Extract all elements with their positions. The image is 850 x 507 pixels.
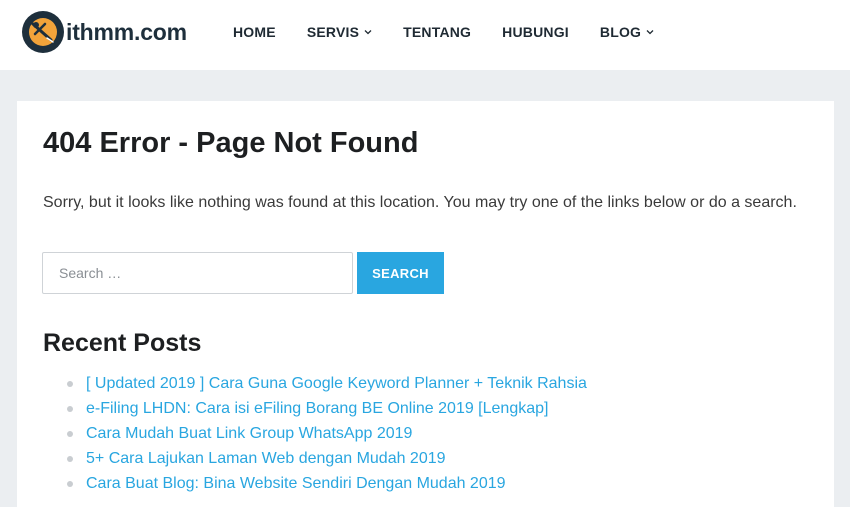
recent-posts-list: [ Updated 2019 ] Cara Guna Google Keywor… xyxy=(67,371,587,496)
satellite-logo-icon xyxy=(22,11,64,53)
chevron-down-icon xyxy=(364,30,372,35)
main-content: 404 Error - Page Not Found Sorry, but it… xyxy=(17,101,834,507)
list-item: 5+ Cara Lajukan Laman Web dengan Mudah 2… xyxy=(67,446,587,471)
recent-post-link[interactable]: e-Filing LHDN: Cara isi eFiling Borang B… xyxy=(86,400,548,418)
nav-item-home[interactable]: HOME xyxy=(233,24,276,40)
page-title: 404 Error - Page Not Found xyxy=(43,127,419,159)
recent-post-link[interactable]: [ Updated 2019 ] Cara Guna Google Keywor… xyxy=(86,375,587,393)
recent-posts-title: Recent Posts xyxy=(43,329,202,357)
list-item: Cara Mudah Buat Link Group WhatsApp 2019 xyxy=(67,421,587,446)
nav-item-hubungi[interactable]: HUBUNGI xyxy=(502,24,569,40)
chevron-down-icon xyxy=(646,30,654,35)
search-button[interactable]: SEARCH xyxy=(357,252,444,294)
nav-item-label: HOME xyxy=(233,24,276,40)
site-logo-link[interactable]: ithmm.com xyxy=(21,10,187,54)
nav-item-label: HUBUNGI xyxy=(502,24,569,40)
nav-item-tentang[interactable]: TENTANG xyxy=(403,24,471,40)
recent-post-link[interactable]: Cara Buat Blog: Bina Website Sendiri Den… xyxy=(86,475,506,493)
list-item: e-Filing LHDN: Cara isi eFiling Borang B… xyxy=(67,396,587,421)
bullet-icon xyxy=(67,405,73,412)
nav-item-label: BLOG xyxy=(599,24,642,40)
list-item: Cara Buat Blog: Bina Website Sendiri Den… xyxy=(67,471,587,496)
nav-item-label: TENTANG xyxy=(403,24,472,40)
recent-post-link[interactable]: 5+ Cara Lajukan Laman Web dengan Mudah 2… xyxy=(86,450,446,468)
not-found-message: Sorry, but it looks like nothing was fou… xyxy=(43,194,797,211)
site-name: ithmm.com xyxy=(66,18,187,45)
nav-item-blog[interactable]: BLOG xyxy=(600,24,654,40)
main-nav: HOME SERVIS TENTANG HUBUNGI BLOG xyxy=(233,0,685,64)
nav-item-label: SERVIS xyxy=(306,24,360,40)
bullet-icon xyxy=(67,455,73,462)
site-header: ithmm.com HOME SERVIS TENTANG HUBUNGI BL… xyxy=(0,0,850,70)
recent-post-link[interactable]: Cara Mudah Buat Link Group WhatsApp 2019 xyxy=(86,425,412,443)
search-input[interactable] xyxy=(42,252,353,294)
bullet-icon xyxy=(67,380,73,387)
bullet-icon xyxy=(67,480,73,487)
nav-item-servis[interactable]: SERVIS xyxy=(307,24,372,40)
list-item: [ Updated 2019 ] Cara Guna Google Keywor… xyxy=(67,371,587,396)
bullet-icon xyxy=(67,430,73,437)
